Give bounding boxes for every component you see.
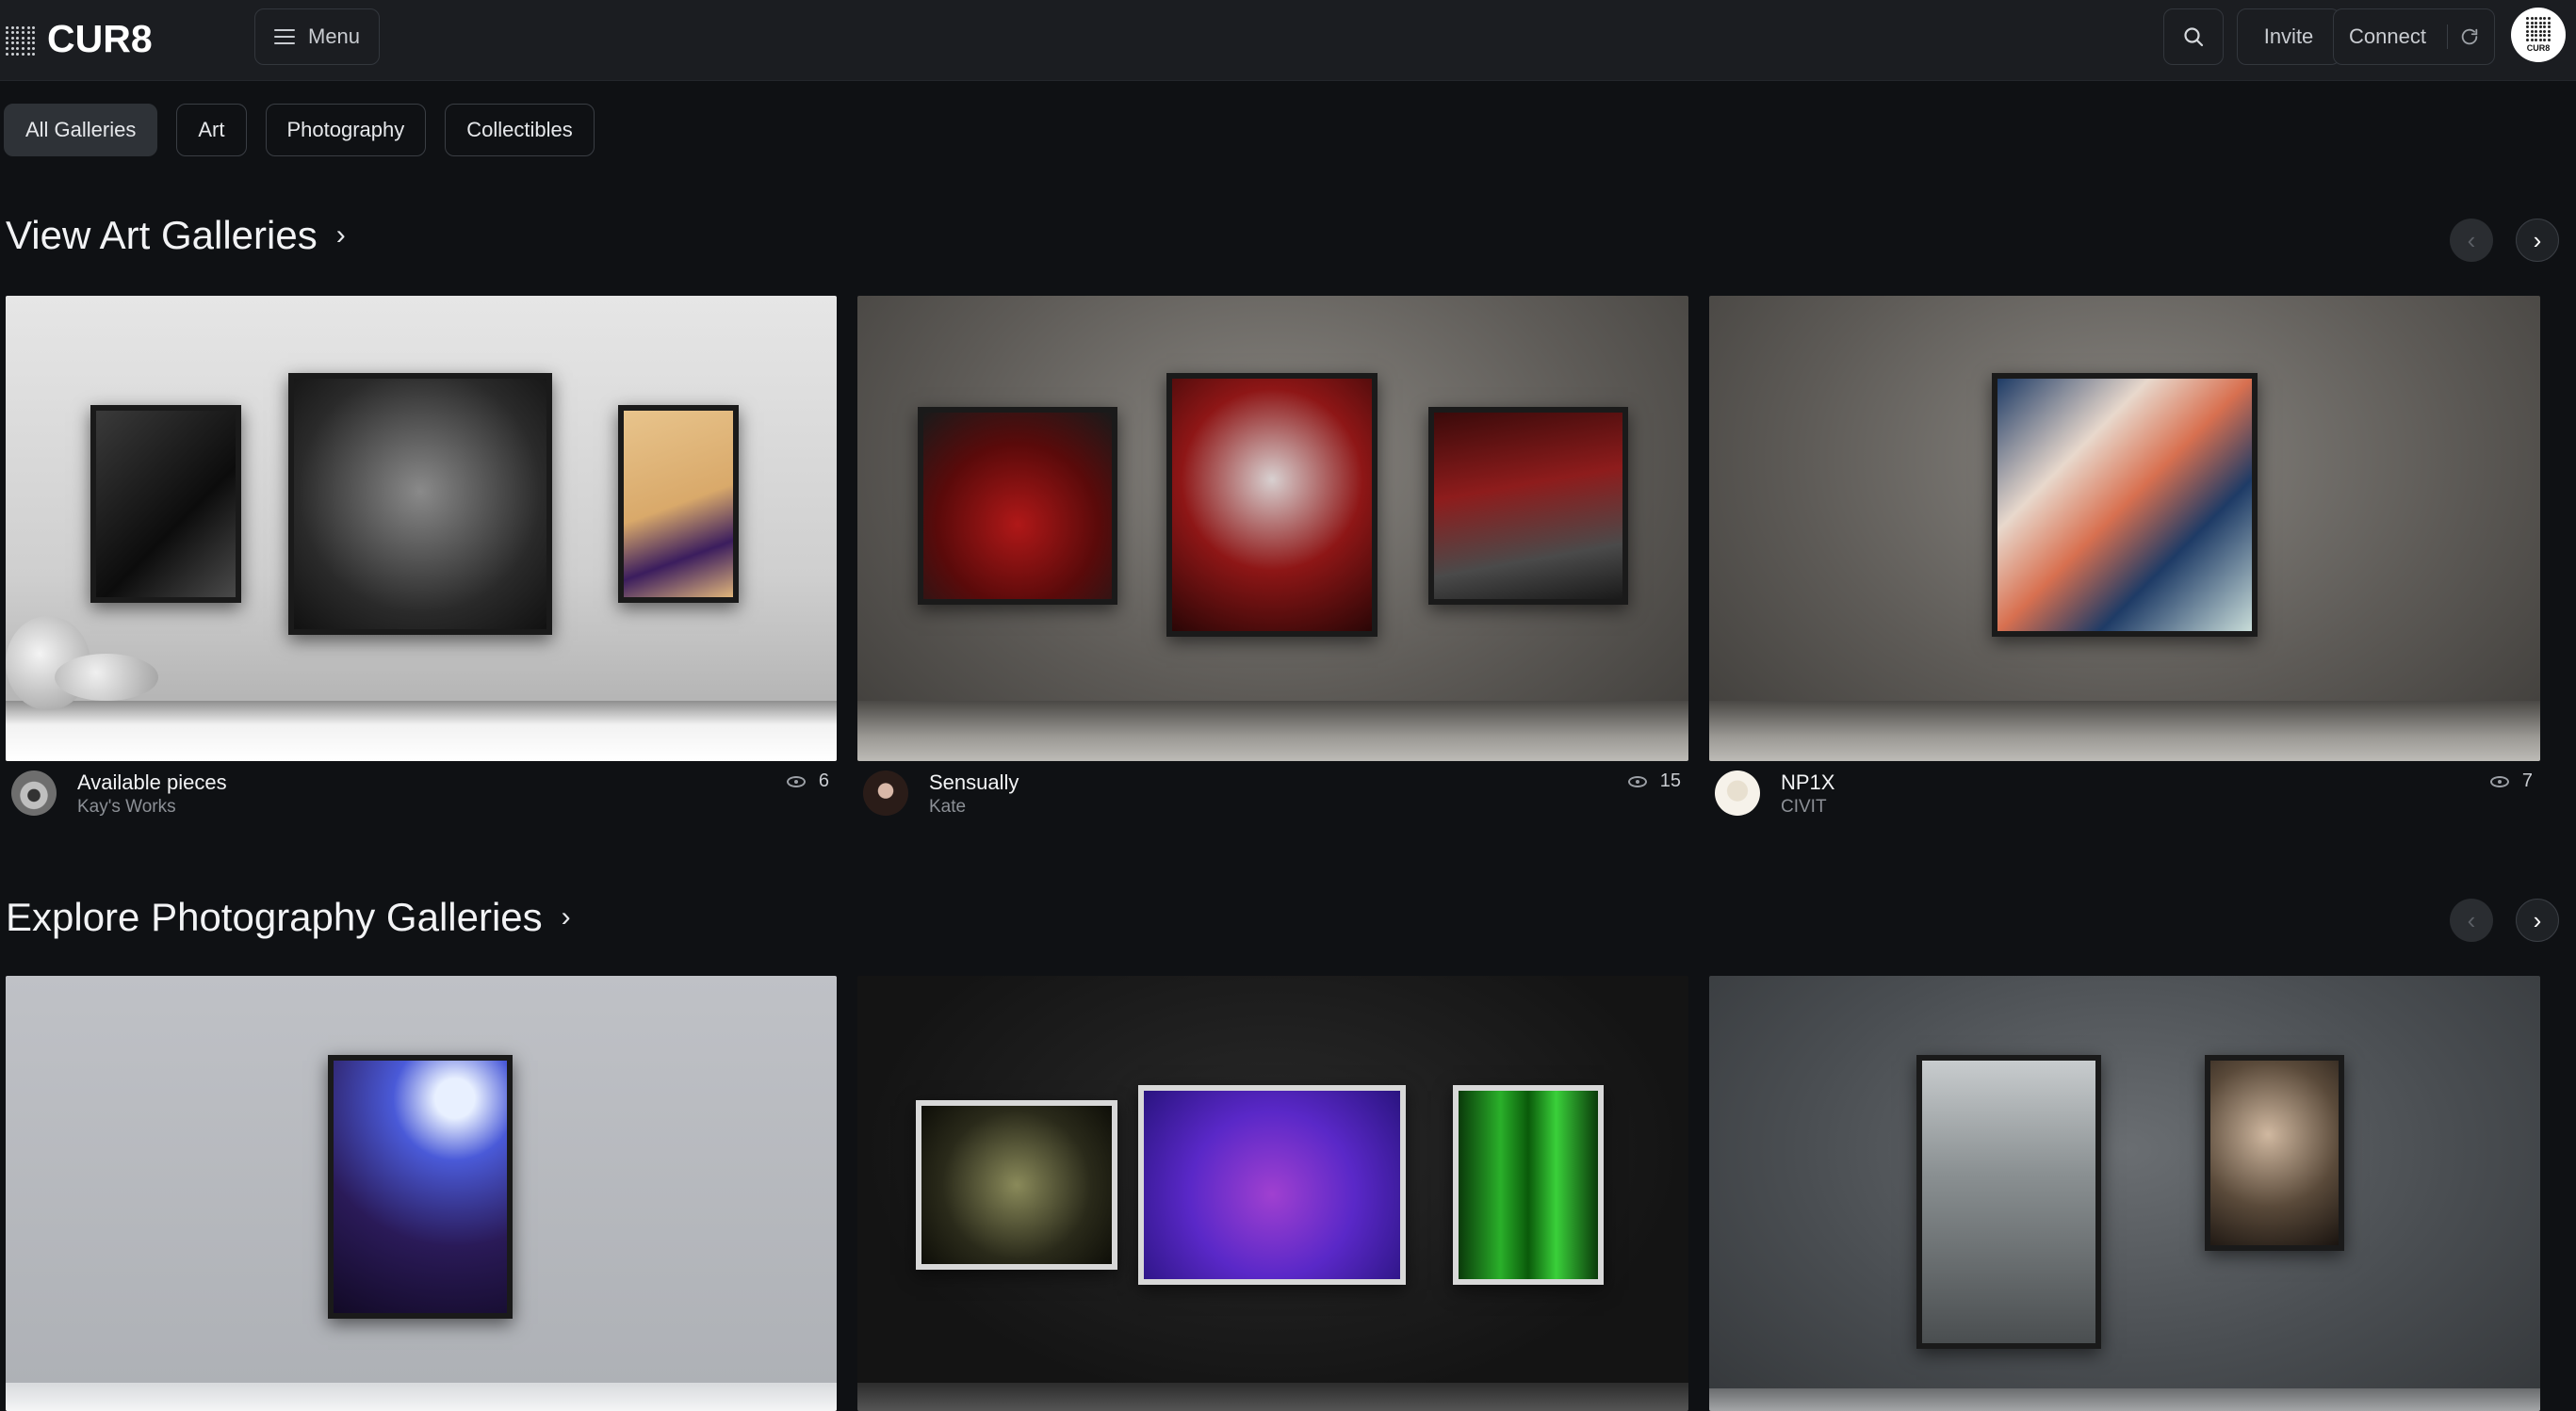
refresh-icon[interactable] bbox=[2459, 26, 2480, 47]
gallery-floor bbox=[857, 1383, 1688, 1411]
artwork-frame bbox=[1428, 407, 1628, 605]
eye-icon bbox=[786, 775, 806, 787]
top-navigation-bar: CUR8 Menu Invite Connect CUR8 bbox=[0, 0, 2576, 81]
chevron-left-icon: ‹ bbox=[2467, 225, 2476, 254]
filter-collectibles[interactable]: Collectibles bbox=[445, 104, 595, 156]
gallery-thumbnail[interactable] bbox=[857, 976, 1688, 1411]
photo-carousel-next-button[interactable]: › bbox=[2516, 899, 2559, 942]
artwork-frame bbox=[90, 405, 241, 603]
gallery-thumbnail[interactable] bbox=[857, 296, 1688, 761]
artwork-frame bbox=[1992, 373, 2258, 637]
artwork-frame bbox=[1166, 373, 1378, 637]
logo-text: CUR8 bbox=[47, 17, 153, 60]
logo-dot-grid-icon bbox=[2526, 17, 2551, 41]
section-title: Explore Photography Galleries bbox=[6, 895, 543, 939]
gallery-thumbnail[interactable] bbox=[1709, 976, 2540, 1411]
gallery-owner: CIVIT bbox=[1781, 797, 1827, 817]
avatar-text: CUR8 bbox=[2526, 43, 2551, 53]
gallery-name: NP1X bbox=[1781, 770, 1835, 794]
gallery-thumbnail[interactable] bbox=[6, 296, 837, 761]
chevron-right-icon: › bbox=[335, 219, 346, 251]
gallery-floor bbox=[1709, 701, 2540, 761]
chevron-left-icon: ‹ bbox=[2467, 905, 2476, 934]
invite-button[interactable]: Invite bbox=[2237, 8, 2340, 65]
artwork-frame bbox=[328, 1055, 513, 1319]
filter-photography[interactable]: Photography bbox=[265, 104, 427, 156]
art-carousel-next-button[interactable]: › bbox=[2516, 219, 2559, 262]
artwork-frame bbox=[916, 1100, 1117, 1270]
artwork-frame bbox=[618, 405, 739, 603]
gallery-card-meta: NP1X CIVIT 7 bbox=[1709, 769, 2540, 825]
user-avatar[interactable]: CUR8 bbox=[2511, 8, 2566, 62]
hamburger-icon bbox=[274, 29, 295, 44]
photography-galleries-heading[interactable]: Explore Photography Galleries › bbox=[6, 895, 571, 940]
owner-avatar bbox=[1715, 770, 1760, 816]
gallery-card-meta: Available pieces Kay's Works 6 bbox=[6, 769, 837, 825]
cur8-logo[interactable]: CUR8 bbox=[6, 17, 153, 61]
view-count: 15 bbox=[1627, 770, 1681, 792]
gallery-floor bbox=[6, 1383, 837, 1411]
art-galleries-heading[interactable]: View Art Galleries › bbox=[6, 213, 346, 258]
gallery-card-meta: Sensually Kate 15 bbox=[857, 769, 1688, 825]
divider bbox=[2446, 24, 2448, 49]
connect-label: Connect bbox=[2349, 24, 2426, 48]
view-count: 6 bbox=[786, 770, 829, 792]
eye-icon bbox=[2489, 775, 2509, 787]
view-count: 7 bbox=[2489, 770, 2533, 792]
filter-all-galleries[interactable]: All Galleries bbox=[4, 104, 158, 156]
logo-dot-grid-icon bbox=[6, 25, 36, 57]
connect-button[interactable]: Connect bbox=[2333, 8, 2495, 65]
gallery-floor bbox=[857, 701, 1688, 761]
menu-button[interactable]: Menu bbox=[254, 8, 380, 65]
chevron-right-icon: › bbox=[2533, 905, 2542, 934]
artwork-frame bbox=[288, 373, 552, 635]
artwork-frame bbox=[918, 407, 1117, 605]
photo-carousel-prev-button[interactable]: ‹ bbox=[2450, 899, 2493, 942]
filter-art[interactable]: Art bbox=[176, 104, 247, 156]
artwork-frame bbox=[1453, 1085, 1604, 1285]
menu-label: Menu bbox=[308, 24, 361, 48]
chevron-right-icon: › bbox=[2533, 225, 2542, 254]
search-icon bbox=[2184, 27, 2204, 47]
section-title: View Art Galleries bbox=[6, 213, 318, 257]
owner-avatar bbox=[863, 770, 908, 816]
owner-avatar bbox=[11, 770, 57, 816]
gallery-owner: Kate bbox=[929, 797, 967, 817]
chevron-right-icon: › bbox=[561, 901, 571, 933]
gallery-thumbnail[interactable] bbox=[6, 976, 837, 1411]
gallery-name: Available pieces bbox=[77, 770, 227, 794]
gallery-owner: Kay's Works bbox=[77, 797, 176, 817]
art-carousel-prev-button[interactable]: ‹ bbox=[2450, 219, 2493, 262]
artwork-frame bbox=[1138, 1085, 1406, 1285]
gallery-floor bbox=[1709, 1388, 2540, 1411]
gallery-name: Sensually bbox=[929, 770, 1019, 794]
artwork-frame bbox=[2205, 1055, 2344, 1251]
eye-icon bbox=[1627, 775, 1647, 787]
gallery-floor bbox=[6, 701, 837, 761]
artwork-frame bbox=[1916, 1055, 2101, 1349]
gallery-thumbnail[interactable] bbox=[1709, 296, 2540, 761]
gallery-filter-tabs: All Galleries Art Photography Collectibl… bbox=[4, 104, 595, 156]
search-button[interactable] bbox=[2163, 8, 2224, 65]
decor-stone bbox=[55, 654, 158, 701]
